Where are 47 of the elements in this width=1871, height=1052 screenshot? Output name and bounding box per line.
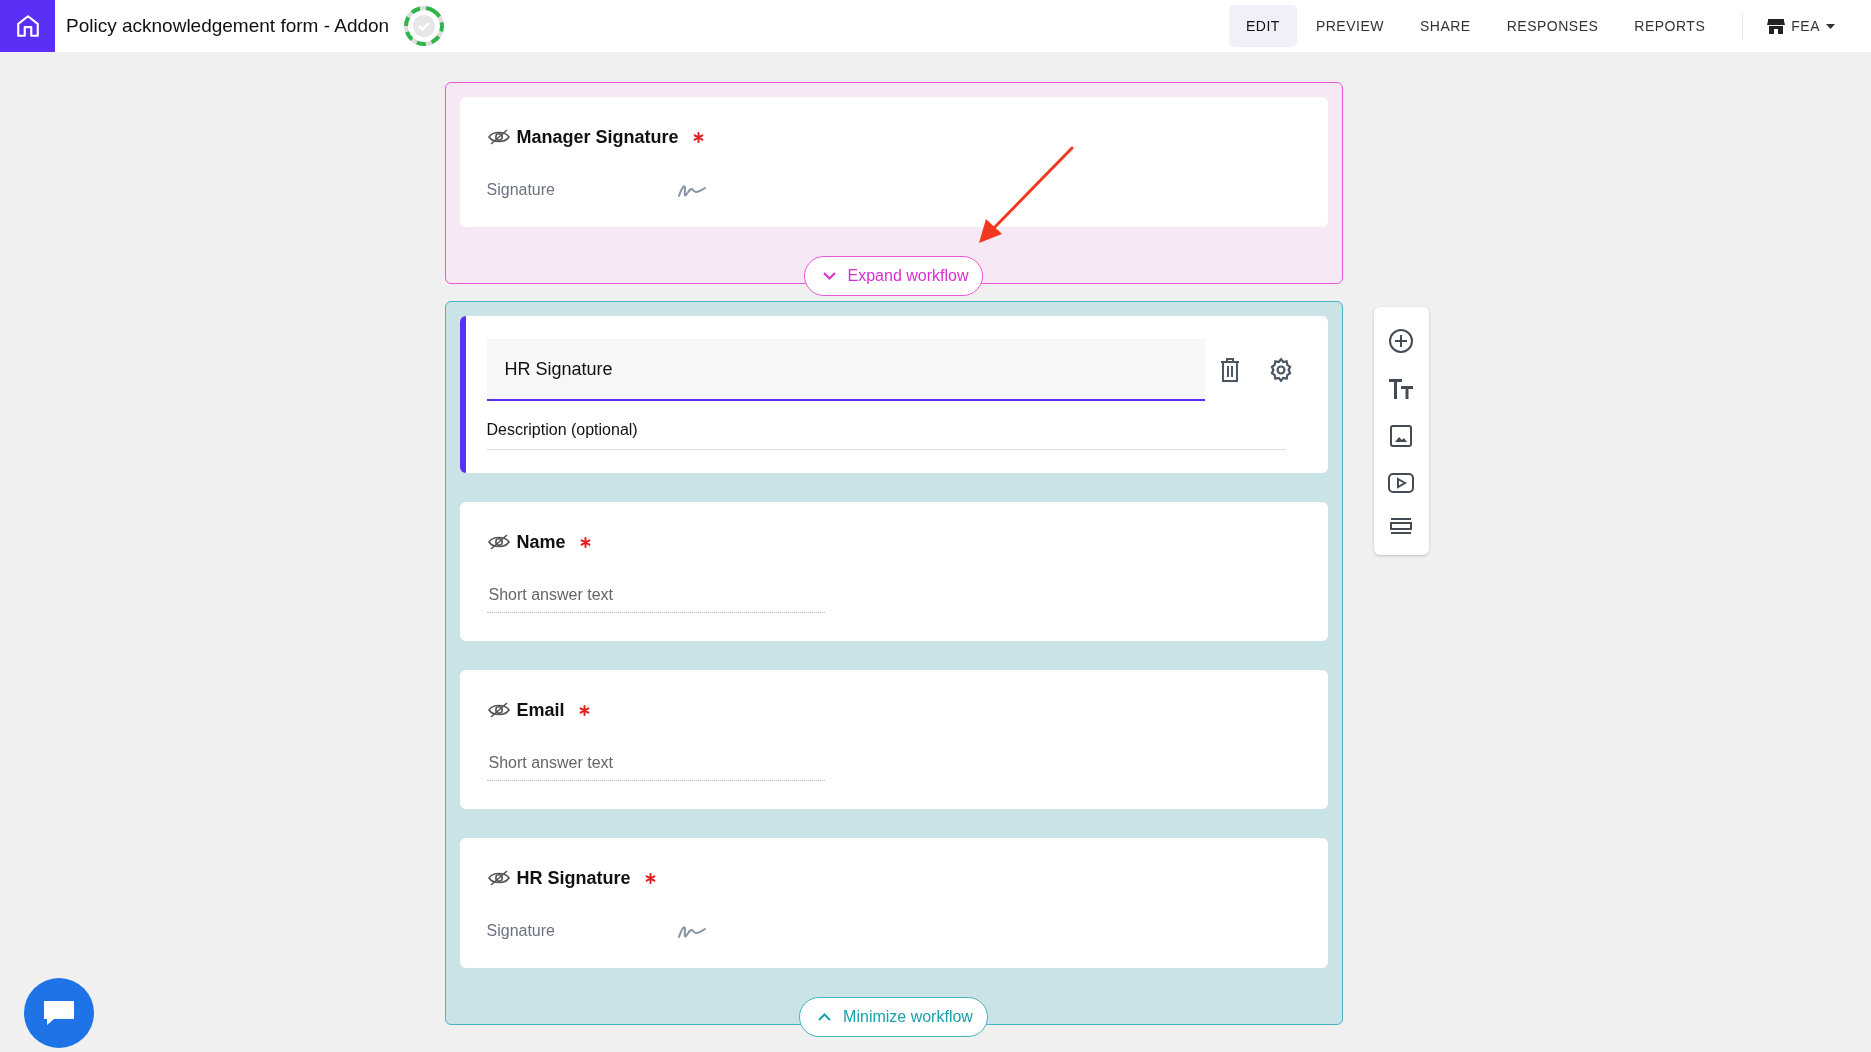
home-button[interactable] (0, 0, 55, 52)
home-icon (14, 13, 41, 39)
required-asterisk-icon (578, 705, 590, 716)
eye-slash-icon (486, 128, 511, 146)
question-title: HR Signature (516, 867, 631, 889)
chevron-icon (822, 272, 836, 280)
short-answer-field[interactable]: Short answer text (486, 582, 825, 613)
nav-tab[interactable]: EDIT (1229, 5, 1297, 47)
question-title-field[interactable]: HR Signature (486, 339, 1205, 401)
question-card[interactable]: Email Short answer text (459, 670, 1328, 809)
caret-icon (1826, 23, 1835, 29)
chat-icon (42, 999, 76, 1027)
field-label: Signature (486, 922, 556, 940)
add-image-button[interactable] (1390, 425, 1412, 447)
store-icon (1767, 18, 1786, 34)
description-field[interactable]: Description (optional) (486, 415, 1286, 450)
required-asterisk-icon (644, 873, 656, 884)
add-question-button[interactable] (1388, 327, 1414, 354)
nav-tab[interactable]: RESPONSES (1489, 5, 1616, 47)
question-title: Manager Signature (516, 126, 679, 148)
nav-tab[interactable]: SHARE (1402, 5, 1488, 47)
add-title-button[interactable] (1389, 379, 1413, 400)
eye-slash-icon (486, 533, 511, 551)
chevron-icon (818, 1013, 832, 1021)
video-icon (1388, 472, 1414, 493)
question-card[interactable]: Manager Signature Signature (459, 97, 1328, 227)
form-title: Policy acknowledgement form - Addon (66, 15, 390, 37)
workflow-toggle-button[interactable]: Expand workflow (803, 256, 984, 296)
question-title: Email (516, 699, 565, 721)
text-size-icon (1389, 379, 1413, 400)
section-icon (1390, 518, 1412, 535)
eye-slash-icon (486, 701, 511, 719)
add-icon (1388, 327, 1414, 354)
nav-tab[interactable]: REPORTS (1617, 5, 1723, 47)
question-card[interactable]: Name Short answer text (459, 502, 1328, 641)
required-asterisk-icon (579, 537, 591, 548)
eye-slash-icon (486, 869, 511, 887)
question-title: Name (516, 531, 566, 553)
workspace-menu[interactable]: FEA (1761, 17, 1841, 35)
short-answer-field[interactable]: Short answer text (486, 750, 825, 781)
question-card[interactable]: HR Signature Signature (459, 838, 1328, 968)
nav-tab[interactable]: PREVIEW (1298, 5, 1401, 47)
field-label: Signature (486, 181, 556, 199)
image-icon (1390, 425, 1412, 447)
add-section-button[interactable] (1390, 518, 1412, 535)
add-video-button[interactable] (1388, 472, 1414, 493)
required-asterisk-icon (692, 132, 704, 143)
